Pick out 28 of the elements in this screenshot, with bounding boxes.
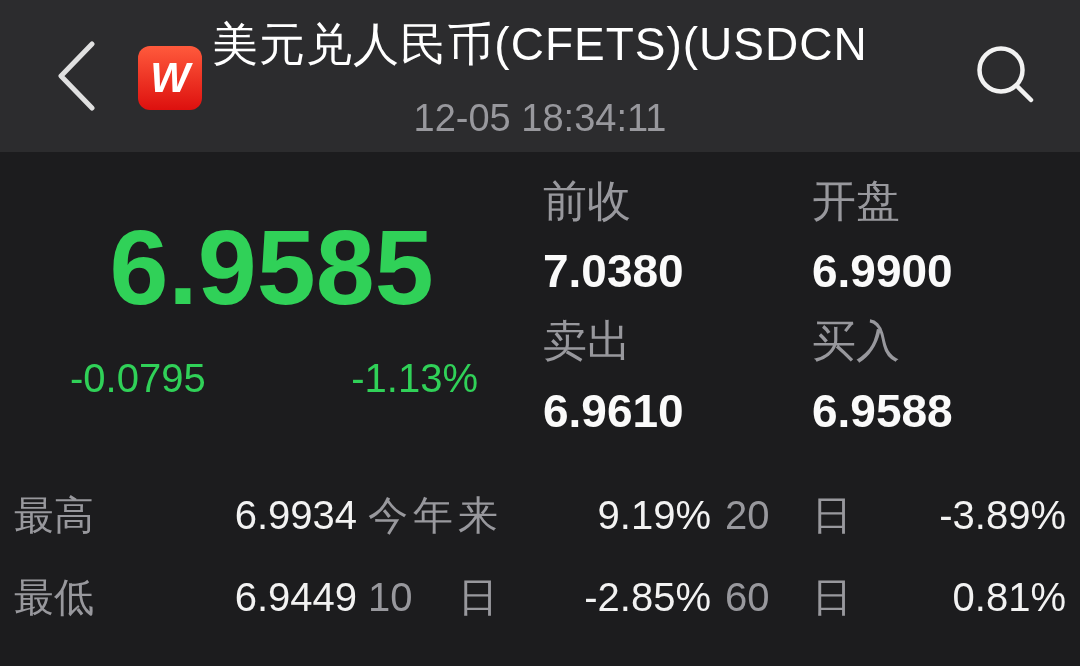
stat-value: 6.9449 [234,574,357,621]
field-label: 开盘 [812,175,900,227]
period-label: 60 日 [725,574,852,621]
period-label: 今年来 [368,492,498,539]
stat-value: 6.9934 [234,492,357,539]
period-change: -3.89% [939,492,1066,539]
field-label: 卖出 [543,315,631,367]
field-value: 6.9588 [812,384,953,439]
timestamp: 12-05 18:34:11 [413,96,667,140]
field-value: 7.0380 [543,244,684,299]
field-label: 买入 [812,315,900,367]
stat-label: 最低 [14,574,94,621]
period-label: 10 日 [368,574,498,621]
period-change: 9.19% [597,492,711,539]
field-label: 前收 [543,175,631,227]
period-change: 0.81% [952,574,1066,621]
period-change: -2.85% [584,574,711,621]
back-icon[interactable] [56,41,96,111]
percent-change: -1.13% [351,355,478,402]
search-icon[interactable] [976,45,1034,103]
page-title: 美元兑人民币(CFETS)(USDCN [212,17,868,72]
field-value: 6.9900 [812,244,953,299]
field-value: 6.9610 [543,384,684,439]
app-logo[interactable]: W [138,46,202,110]
current-price: 6.9585 [108,212,435,322]
period-label: 20 日 [725,492,852,539]
price-change: -0.0795 [70,355,206,402]
stat-label: 最高 [14,492,94,539]
